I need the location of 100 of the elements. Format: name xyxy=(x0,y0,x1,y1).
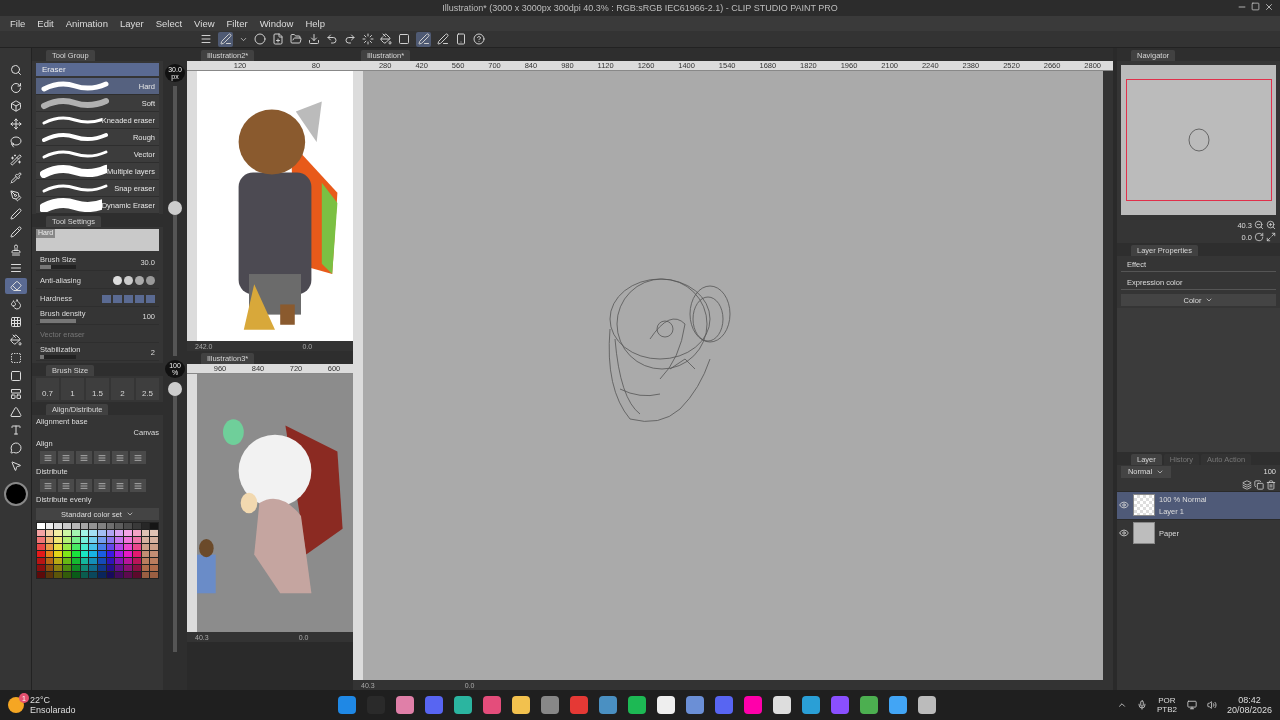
align-icon[interactable] xyxy=(62,453,70,462)
scroll-bar[interactable] xyxy=(1103,71,1113,680)
align-icon[interactable] xyxy=(134,453,142,462)
taskbar-app-icon[interactable] xyxy=(715,696,733,714)
taskbar-app-icon[interactable] xyxy=(570,696,588,714)
taskbar-app-icon[interactable] xyxy=(918,696,936,714)
taskbar-app-icon[interactable] xyxy=(831,696,849,714)
eyedropper-icon[interactable] xyxy=(9,172,22,184)
align-button[interactable] xyxy=(58,451,74,464)
clock-date[interactable]: 20/08/2026 xyxy=(1226,705,1272,716)
taskbar-app-icon[interactable] xyxy=(802,696,820,714)
layers-icon[interactable] xyxy=(1242,479,1252,490)
align-button[interactable] xyxy=(76,451,92,464)
paint-bucket-icon[interactable] xyxy=(9,334,22,346)
pencil-icon[interactable] xyxy=(9,226,22,238)
eye-icon[interactable] xyxy=(1119,528,1129,538)
magic-wand-icon[interactable] xyxy=(9,154,22,166)
menu-item[interactable]: Layer xyxy=(113,18,150,29)
taskbar-app-icon[interactable] xyxy=(628,696,646,714)
move-icon[interactable] xyxy=(9,118,22,130)
clock-time[interactable]: 08:42 xyxy=(1238,694,1261,705)
square-icon[interactable] xyxy=(398,33,410,45)
distribute-icon[interactable] xyxy=(98,481,106,490)
color-palette[interactable] xyxy=(36,522,159,579)
brush-size-preset[interactable]: 0.7 xyxy=(36,378,59,400)
taskbar-app-icon[interactable] xyxy=(860,696,878,714)
pen-icon[interactable] xyxy=(219,33,232,45)
phone-icon[interactable] xyxy=(455,33,467,45)
close-icon[interactable] xyxy=(1264,2,1274,12)
speech-balloon-icon[interactable] xyxy=(9,442,22,454)
menu-item[interactable]: Help xyxy=(299,18,331,29)
taskbar-app-icon[interactable] xyxy=(686,696,704,714)
taskbar-app-icon[interactable] xyxy=(773,696,791,714)
circle-icon[interactable] xyxy=(254,33,266,45)
taskbar-app-icon[interactable] xyxy=(599,696,617,714)
distribute-button[interactable] xyxy=(58,479,74,492)
stamp-icon[interactable] xyxy=(9,244,22,256)
taskbar-app-icon[interactable] xyxy=(338,696,356,714)
anti-aliasing-options[interactable] xyxy=(113,276,155,285)
grid-icon[interactable] xyxy=(9,316,22,328)
taskbar-app-icon[interactable] xyxy=(512,696,530,714)
menu-item[interactable]: Filter xyxy=(220,18,254,29)
taskbar-app-icon[interactable] xyxy=(454,696,472,714)
brush-size-preset[interactable]: 1 xyxy=(61,378,84,400)
frame-icon[interactable] xyxy=(9,388,22,400)
menu-item[interactable]: View xyxy=(188,18,221,29)
distribute-button[interactable] xyxy=(40,479,56,492)
new-file-icon[interactable] xyxy=(272,33,284,45)
rotate-icon[interactable] xyxy=(9,82,22,94)
keyboard-layout[interactable]: PTB2 xyxy=(1156,705,1177,715)
help-icon[interactable] xyxy=(473,33,485,45)
distribute-button[interactable] xyxy=(76,479,92,492)
menu-icon[interactable] xyxy=(200,33,212,45)
distribute-icon[interactable] xyxy=(134,481,142,490)
taskbar-app-icon[interactable] xyxy=(889,696,907,714)
language-code[interactable]: POR xyxy=(1158,695,1176,705)
zoom-in-icon[interactable] xyxy=(1266,220,1276,230)
maximize-icon[interactable] xyxy=(1251,2,1260,11)
property-slider[interactable] xyxy=(40,354,76,359)
paint-bucket-icon[interactable] xyxy=(380,33,392,45)
taskbar-app-icon[interactable] xyxy=(483,696,501,714)
distribute-button[interactable] xyxy=(112,479,128,492)
monitor-icon[interactable] xyxy=(1186,700,1197,710)
caret-icon[interactable] xyxy=(1205,296,1214,304)
pen-icon[interactable] xyxy=(9,190,22,202)
weather-icon[interactable] xyxy=(8,697,24,713)
zoom-out-icon[interactable] xyxy=(1254,220,1264,230)
menu-item[interactable]: Window xyxy=(253,18,300,29)
folder-icon[interactable] xyxy=(290,33,302,45)
align-button[interactable] xyxy=(94,451,110,464)
menu-item[interactable]: File xyxy=(4,18,32,29)
taskbar-app-icon[interactable] xyxy=(541,696,559,714)
text-icon[interactable] xyxy=(9,424,22,436)
spinner-icon[interactable] xyxy=(362,33,374,45)
distribute-button[interactable] xyxy=(94,479,110,492)
tool-group-button[interactable]: Eraser xyxy=(36,63,159,76)
menu-item[interactable]: Animation xyxy=(59,18,114,29)
lines-icon[interactable] xyxy=(9,262,22,274)
align-button[interactable] xyxy=(130,451,146,464)
align-icon[interactable] xyxy=(80,453,88,462)
square-icon[interactable] xyxy=(9,370,22,382)
eye-icon[interactable] xyxy=(1119,500,1129,510)
speaker-icon[interactable] xyxy=(1206,700,1217,710)
chevron-up-icon[interactable] xyxy=(1116,700,1127,710)
distribute-icon[interactable] xyxy=(80,481,88,490)
align-button[interactable] xyxy=(112,451,128,464)
distribute-icon[interactable] xyxy=(62,481,70,490)
distribute-button[interactable] xyxy=(130,479,146,492)
property-slider[interactable] xyxy=(40,318,76,323)
distribute-icon[interactable] xyxy=(44,481,52,490)
brush-size-preset[interactable]: 1.5 xyxy=(86,378,109,400)
align-icon[interactable] xyxy=(116,453,124,462)
microphone-icon[interactable] xyxy=(1136,700,1147,710)
taskbar-app-icon[interactable] xyxy=(425,696,443,714)
brush-size-preset[interactable]: 2 xyxy=(111,378,134,400)
trash-icon[interactable] xyxy=(1266,479,1276,490)
pointer-icon[interactable] xyxy=(9,460,22,472)
brush-size-preset[interactable]: 2.5 xyxy=(136,378,159,400)
align-button[interactable] xyxy=(40,451,56,464)
taskbar-app-icon[interactable] xyxy=(396,696,414,714)
